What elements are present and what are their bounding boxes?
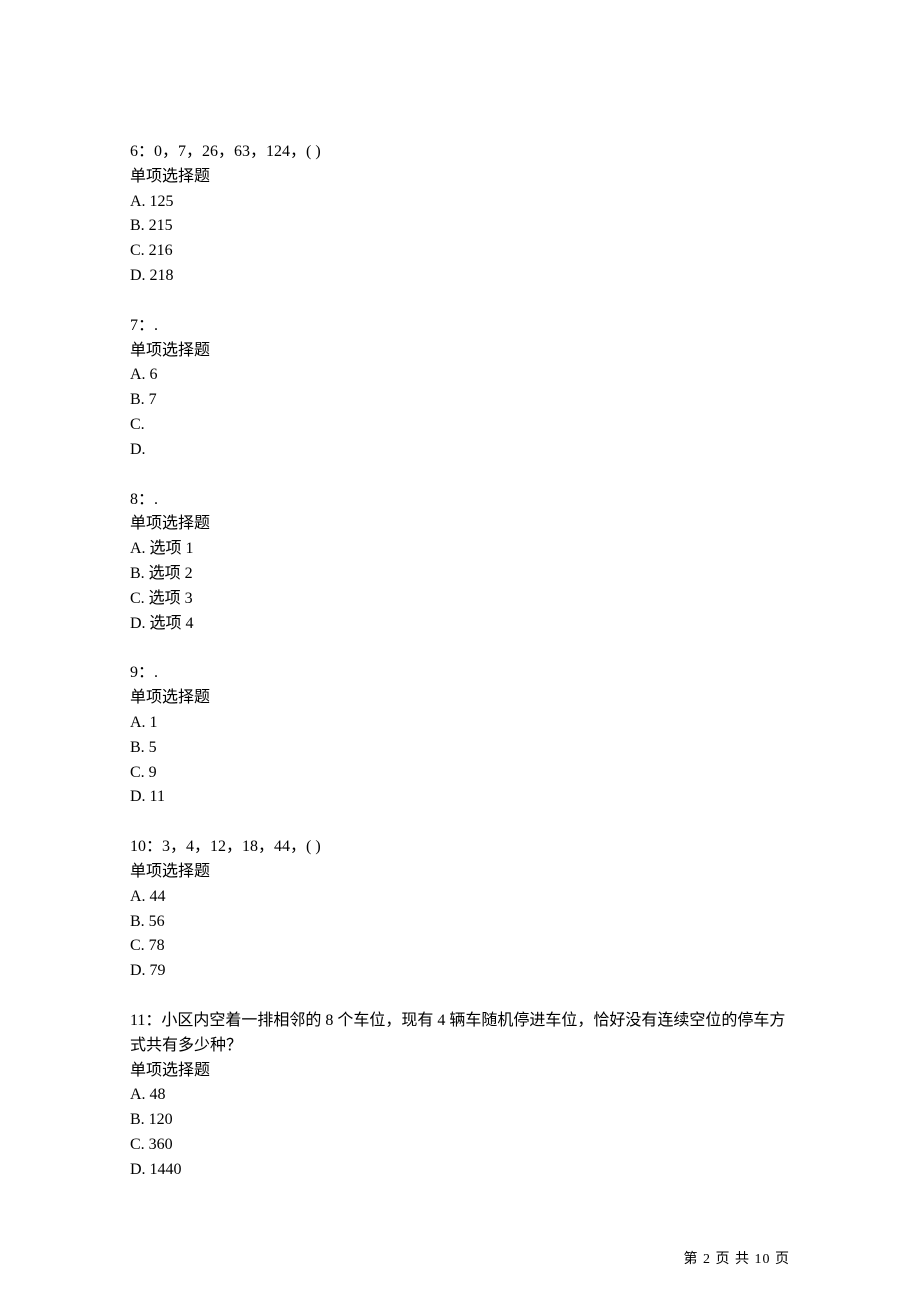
option-a: A. 125 bbox=[130, 190, 790, 215]
option-b: B. 选项 2 bbox=[130, 562, 790, 587]
question-number: 10 bbox=[130, 838, 146, 855]
option-a: A. 1 bbox=[130, 711, 790, 736]
question-type: 单项选择题 bbox=[130, 165, 790, 190]
question-8: 8：. 单项选择题 A. 选项 1 B. 选项 2 C. 选项 3 D. 选项 … bbox=[130, 488, 790, 637]
question-type: 单项选择题 bbox=[130, 512, 790, 537]
question-9: 9：. 单项选择题 A. 1 B. 5 C. 9 D. 11 bbox=[130, 661, 790, 810]
option-a: A. 44 bbox=[130, 885, 790, 910]
question-6: 6：0，7，26，63，124，( ) 单项选择题 A. 125 B. 215 … bbox=[130, 140, 790, 289]
question-text: 8：. bbox=[130, 488, 790, 513]
option-c: C. 216 bbox=[130, 239, 790, 264]
page-content: 6：0，7，26，63，124，( ) 单项选择题 A. 125 B. 215 … bbox=[0, 0, 920, 1182]
question-number: 11 bbox=[130, 1012, 145, 1029]
question-body: . bbox=[154, 664, 158, 681]
option-c: C. 选项 3 bbox=[130, 587, 790, 612]
question-body: 0，7，26，63，124，( ) bbox=[154, 143, 321, 160]
option-b: B. 120 bbox=[130, 1108, 790, 1133]
question-text: 7：. bbox=[130, 314, 790, 339]
option-d: D. 1440 bbox=[130, 1158, 790, 1183]
question-type: 单项选择题 bbox=[130, 686, 790, 711]
question-text: 11：小区内空着一排相邻的 8 个车位，现有 4 辆车随机停进车位，恰好没有连续… bbox=[130, 1009, 790, 1059]
option-d: D. 79 bbox=[130, 959, 790, 984]
question-type: 单项选择题 bbox=[130, 339, 790, 364]
question-number: 6 bbox=[130, 143, 138, 160]
question-number: 8 bbox=[130, 491, 138, 508]
question-type: 单项选择题 bbox=[130, 1059, 790, 1084]
option-b: B. 7 bbox=[130, 388, 790, 413]
question-type: 单项选择题 bbox=[130, 860, 790, 885]
question-10: 10：3，4，12，18，44，( ) 单项选择题 A. 44 B. 56 C.… bbox=[130, 835, 790, 984]
option-d: D. 218 bbox=[130, 264, 790, 289]
option-c: C. 360 bbox=[130, 1133, 790, 1158]
question-number: 7 bbox=[130, 317, 138, 334]
option-c: C. bbox=[130, 413, 790, 438]
question-body: 3，4，12，18，44，( ) bbox=[162, 838, 321, 855]
question-text: 9：. bbox=[130, 661, 790, 686]
option-b: B. 56 bbox=[130, 910, 790, 935]
question-body: 小区内空着一排相邻的 8 个车位，现有 4 辆车随机停进车位，恰好没有连续空位的… bbox=[130, 1012, 785, 1054]
question-number: 9 bbox=[130, 664, 138, 681]
option-c: C. 9 bbox=[130, 761, 790, 786]
question-body: . bbox=[154, 317, 158, 334]
option-a: A. 48 bbox=[130, 1083, 790, 1108]
question-11: 11：小区内空着一排相邻的 8 个车位，现有 4 辆车随机停进车位，恰好没有连续… bbox=[130, 1009, 790, 1183]
option-d: D. 11 bbox=[130, 785, 790, 810]
option-a: A. 6 bbox=[130, 363, 790, 388]
question-text: 10：3，4，12，18，44，( ) bbox=[130, 835, 790, 860]
question-text: 6：0，7，26，63，124，( ) bbox=[130, 140, 790, 165]
option-a: A. 选项 1 bbox=[130, 537, 790, 562]
option-b: B. 215 bbox=[130, 214, 790, 239]
question-body: . bbox=[154, 491, 158, 508]
question-7: 7：. 单项选择题 A. 6 B. 7 C. D. bbox=[130, 314, 790, 463]
option-d: D. 选项 4 bbox=[130, 612, 790, 637]
page-footer: 第 2 页 共 10 页 bbox=[684, 1248, 791, 1268]
option-b: B. 5 bbox=[130, 736, 790, 761]
option-c: C. 78 bbox=[130, 934, 790, 959]
option-d: D. bbox=[130, 438, 790, 463]
